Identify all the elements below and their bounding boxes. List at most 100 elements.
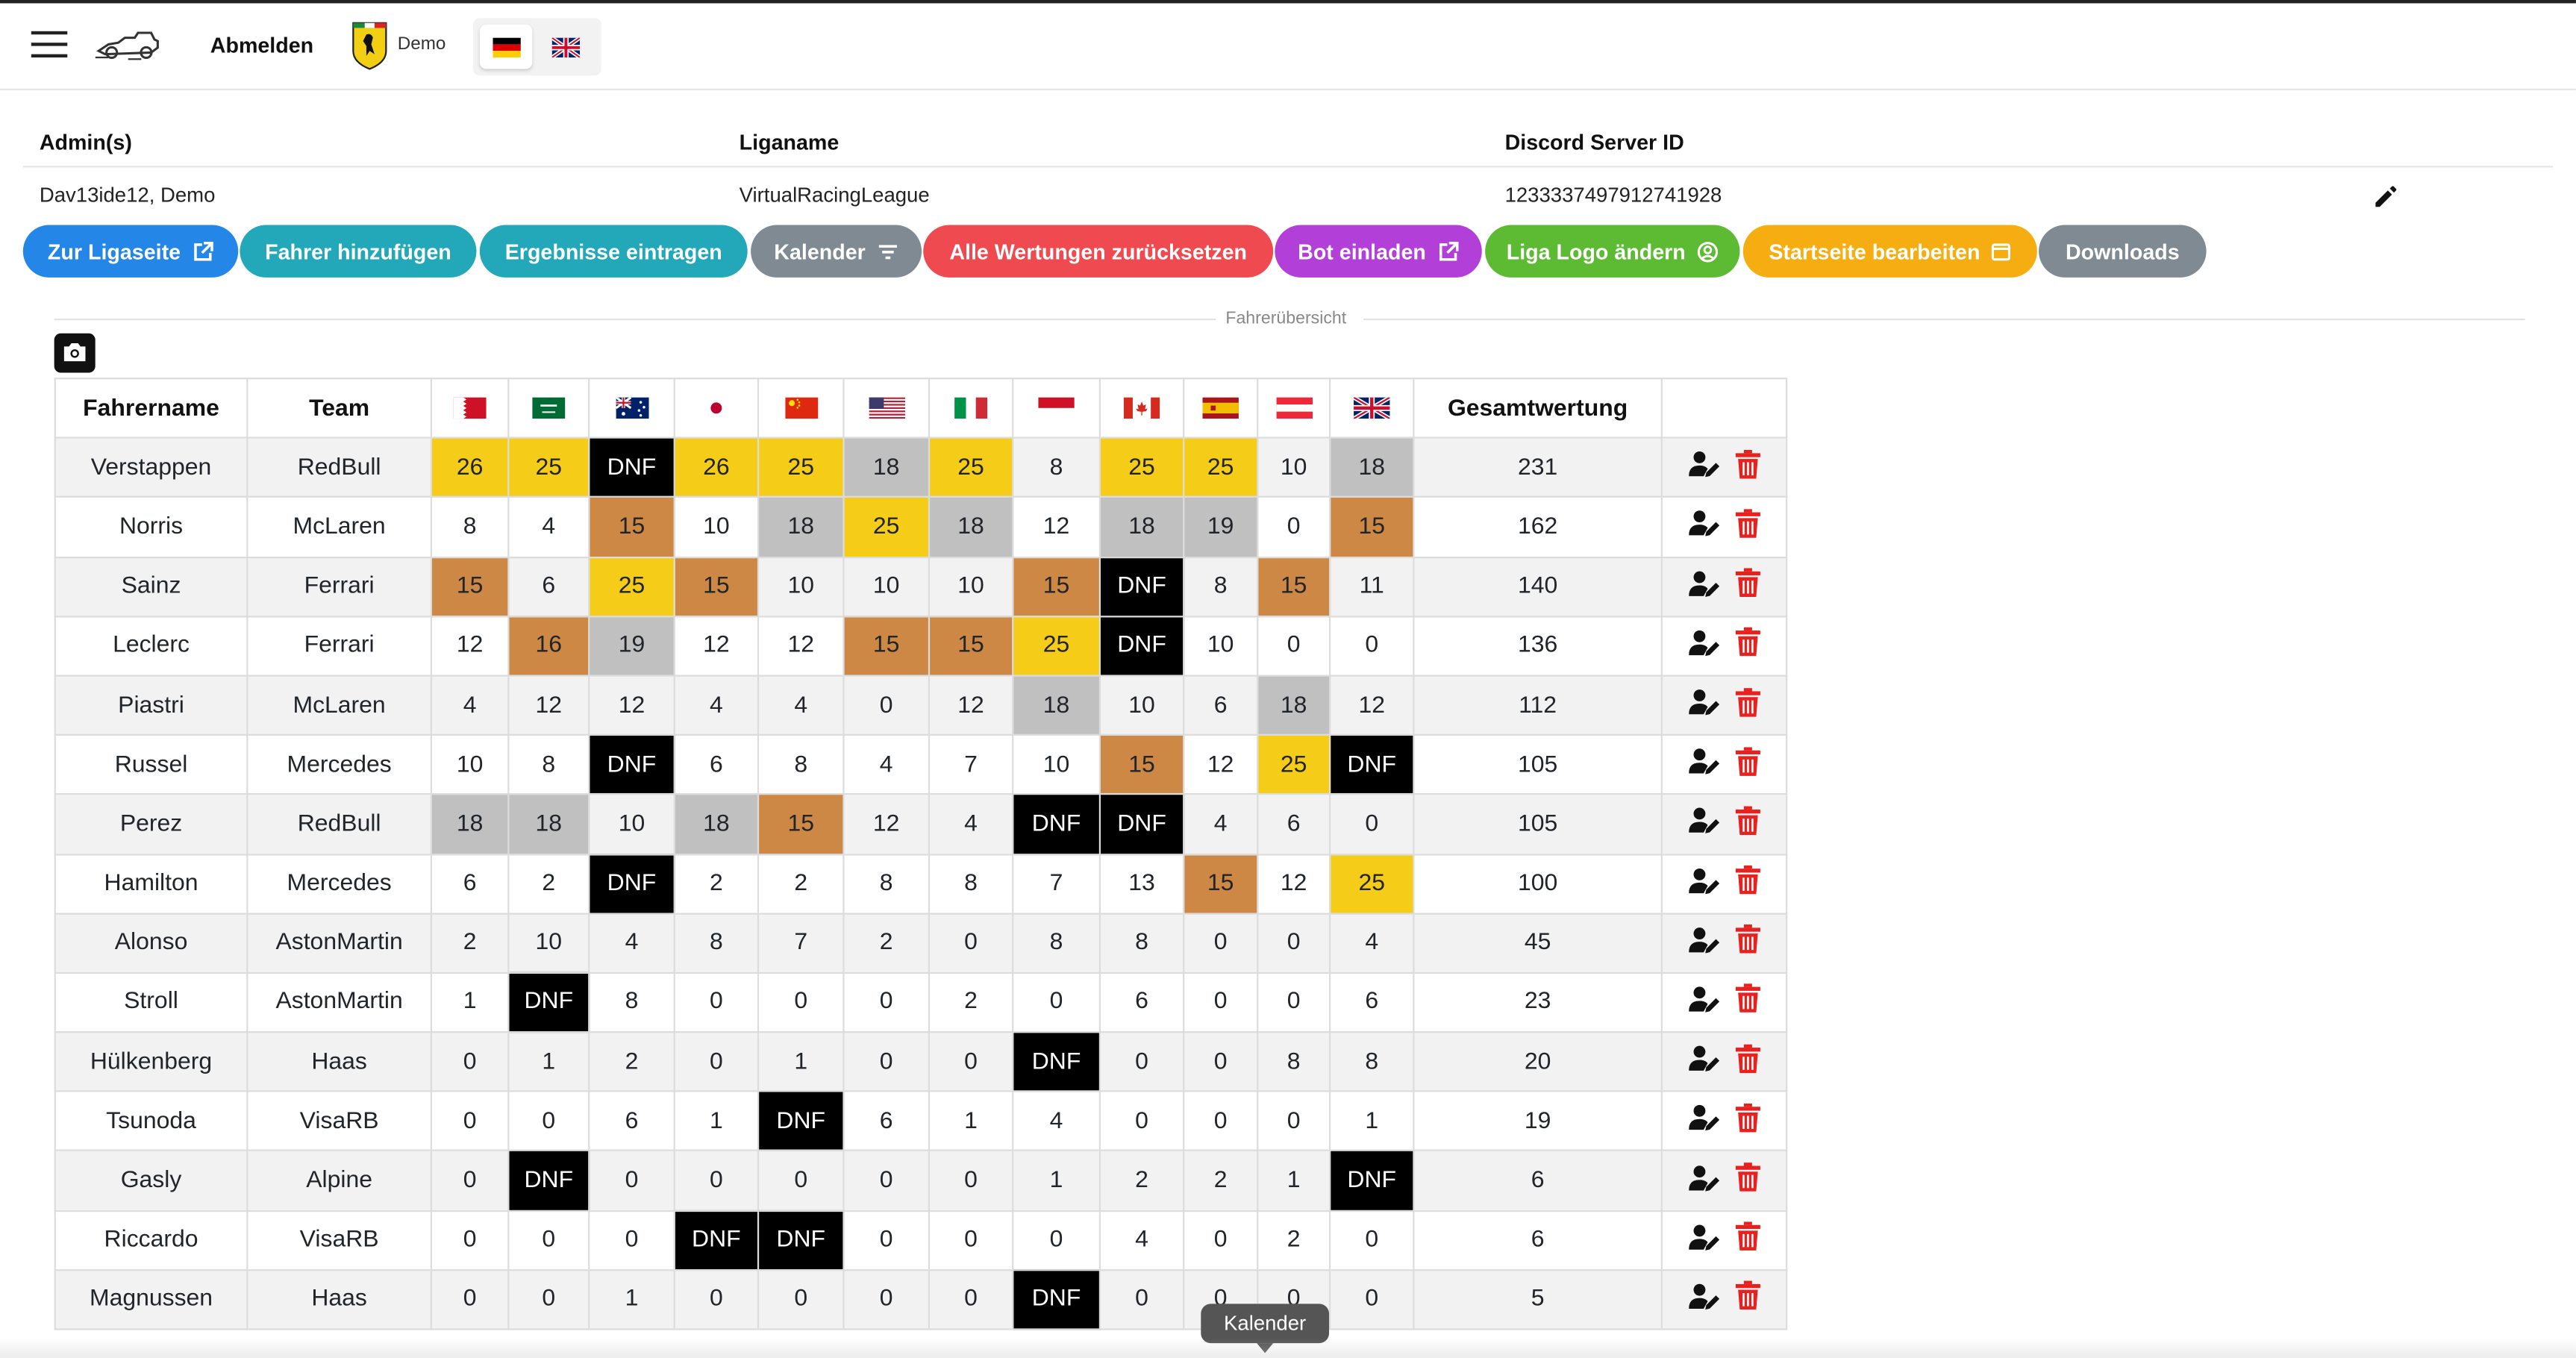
edit-driver-icon[interactable] xyxy=(1688,1045,1721,1079)
race-result-cell: DNF xyxy=(757,1090,845,1152)
delete-driver-icon[interactable] xyxy=(1734,628,1760,663)
logout-link[interactable]: Abmelden xyxy=(210,33,313,57)
edit-driver-icon[interactable] xyxy=(1688,1163,1721,1198)
china-flag-icon xyxy=(784,398,818,419)
race-result-cell: 0 xyxy=(1098,1031,1185,1093)
race-result-cell: 6 xyxy=(1329,971,1415,1033)
race-result-cell: 15 xyxy=(1183,853,1259,915)
edit-driver-icon[interactable] xyxy=(1688,1104,1721,1139)
race-result-cell: 0 xyxy=(507,1090,590,1152)
team-cell: Mercedes xyxy=(246,853,432,915)
delete-driver-icon[interactable] xyxy=(1734,1163,1760,1198)
table-row: Russel Mercedes 10 8 DNF 6 8 4 7 10 15 12 25 DNF 105 xyxy=(54,733,1788,795)
edit-driver-icon[interactable] xyxy=(1688,688,1721,722)
race-result-cell: 0 xyxy=(430,1090,510,1152)
menu-icon[interactable] xyxy=(31,30,68,60)
delete-driver-icon[interactable] xyxy=(1734,568,1760,604)
table-header-row: Fahrername Team Gesamtwertung xyxy=(54,378,1788,439)
driver-name-header[interactable]: Fahrername xyxy=(54,378,248,439)
total-points-header[interactable]: Gesamtwertung xyxy=(1413,378,1663,439)
race-result-cell: 1 xyxy=(507,1031,590,1093)
race-result-cell: 25 xyxy=(1012,615,1101,677)
table-row: Sainz Ferrari 15 6 25 15 10 10 10 15 DNF 8 15 11 140 xyxy=(54,556,1788,617)
camera-icon[interactable] xyxy=(54,333,96,373)
edit-driver-icon[interactable] xyxy=(1688,1283,1721,1317)
race-result-cell: 6 xyxy=(588,1090,675,1152)
edit-driver-icon[interactable] xyxy=(1688,569,1721,604)
race-result-cell: 0 xyxy=(1183,1090,1259,1152)
downloads-button[interactable]: Downloads xyxy=(2039,225,2207,278)
language-de-button[interactable] xyxy=(479,25,533,69)
race-result-cell: DNF xyxy=(1012,793,1101,855)
delete-driver-icon[interactable] xyxy=(1734,509,1760,545)
reset-standings-button[interactable]: Alle Wertungen zurücksetzen xyxy=(923,225,1274,278)
edit-driver-icon[interactable] xyxy=(1688,866,1721,901)
race-result-cell: DNF xyxy=(588,853,675,915)
race-result-cell: 12 xyxy=(430,615,510,677)
race-result-cell: 4 xyxy=(757,675,845,736)
edit-driver-icon[interactable] xyxy=(1688,629,1721,663)
table-row: Verstappen RedBull 26 25 DNF 26 25 18 25 8 25 25 10 1… xyxy=(54,436,1788,498)
race-result-cell: 6 xyxy=(1098,971,1185,1033)
edit-driver-icon[interactable] xyxy=(1688,807,1721,841)
edit-driver-icon[interactable] xyxy=(1688,926,1721,960)
race-result-cell: 6 xyxy=(430,853,510,915)
delete-driver-icon[interactable] xyxy=(1734,865,1760,901)
table-row: Riccardo VisaRB 0 0 0 DNF DNF 0 0 0 4 0 2 0 6 xyxy=(54,1210,1788,1271)
enter-results-button[interactable]: Ergebnisse eintragen xyxy=(479,225,748,278)
total-points-cell: 136 xyxy=(1413,615,1663,677)
race-result-cell: 15 xyxy=(673,556,760,617)
pencil-icon[interactable] xyxy=(2372,184,2398,218)
team-header[interactable]: Team xyxy=(246,378,432,439)
race-result-cell: 2 xyxy=(1257,1210,1331,1271)
race-result-cell: 26 xyxy=(673,436,760,498)
race-car-logo-icon[interactable] xyxy=(95,25,161,72)
app-root: Abmelden Demo Admin(s) Liganame Discord … xyxy=(0,0,2576,1358)
delete-driver-icon[interactable] xyxy=(1734,449,1760,486)
race-result-cell: 15 xyxy=(757,793,845,855)
edit-driver-icon[interactable] xyxy=(1688,1223,1721,1257)
delete-driver-icon[interactable] xyxy=(1734,1281,1760,1317)
edit-driver-icon[interactable] xyxy=(1688,985,1721,1019)
navbar: Abmelden Demo xyxy=(0,3,2576,91)
canada-flag-icon xyxy=(1123,398,1160,419)
table-row: Alonso AstonMartin 2 10 4 8 7 2 0 8 8 0 0 4 45 xyxy=(54,912,1788,974)
edit-driver-icon[interactable] xyxy=(1688,510,1721,544)
race-result-cell: 4 xyxy=(1329,912,1415,974)
league-page-button[interactable]: Zur Ligaseite xyxy=(22,225,239,278)
race-result-cell: 12 xyxy=(507,675,590,736)
delete-driver-icon[interactable] xyxy=(1734,1043,1760,1080)
change-logo-button[interactable]: Liga Logo ändern xyxy=(1485,225,1740,278)
invite-bot-label: Bot einladen xyxy=(1298,239,1426,264)
race-result-cell: 25 xyxy=(588,556,675,617)
edit-driver-icon[interactable] xyxy=(1688,748,1721,782)
delete-driver-icon[interactable] xyxy=(1734,1103,1760,1139)
language-en-button[interactable] xyxy=(539,25,591,69)
race-result-cell: 18 xyxy=(757,496,845,558)
race-result-cell: 1 xyxy=(928,1090,1014,1152)
race-result-cell: 0 xyxy=(1329,793,1415,855)
delete-driver-icon[interactable] xyxy=(1734,984,1760,1020)
team-cell: Mercedes xyxy=(246,733,432,795)
race-result-cell: 0 xyxy=(673,1268,760,1330)
delete-driver-icon[interactable] xyxy=(1734,687,1760,723)
race-result-cell: 10 xyxy=(1012,733,1101,795)
edit-homepage-button[interactable]: Startseite bearbeiten xyxy=(1742,225,2037,278)
race-result-cell: 18 xyxy=(1329,436,1415,498)
delete-driver-icon[interactable] xyxy=(1734,806,1760,842)
calendar-button[interactable]: Kalender xyxy=(751,225,922,278)
delete-driver-icon[interactable] xyxy=(1734,924,1760,961)
edit-driver-icon[interactable] xyxy=(1688,451,1721,485)
add-driver-button[interactable]: Fahrer hinzufügen xyxy=(240,225,477,278)
race-result-cell: 15 xyxy=(588,496,675,558)
invite-bot-button[interactable]: Bot einladen xyxy=(1275,225,1482,278)
bahrain-flag-icon xyxy=(453,398,487,419)
delete-driver-icon[interactable] xyxy=(1734,746,1760,783)
race-result-cell: 7 xyxy=(1012,853,1101,915)
race-result-cell: 0 xyxy=(430,1210,510,1271)
delete-driver-icon[interactable] xyxy=(1734,1221,1760,1258)
league-name-header: Liganame xyxy=(739,129,840,154)
race-result-cell: 10 xyxy=(1098,675,1185,736)
race-result-cell: 0 xyxy=(842,1150,931,1212)
league-page-label: Zur Ligaseite xyxy=(47,239,181,264)
